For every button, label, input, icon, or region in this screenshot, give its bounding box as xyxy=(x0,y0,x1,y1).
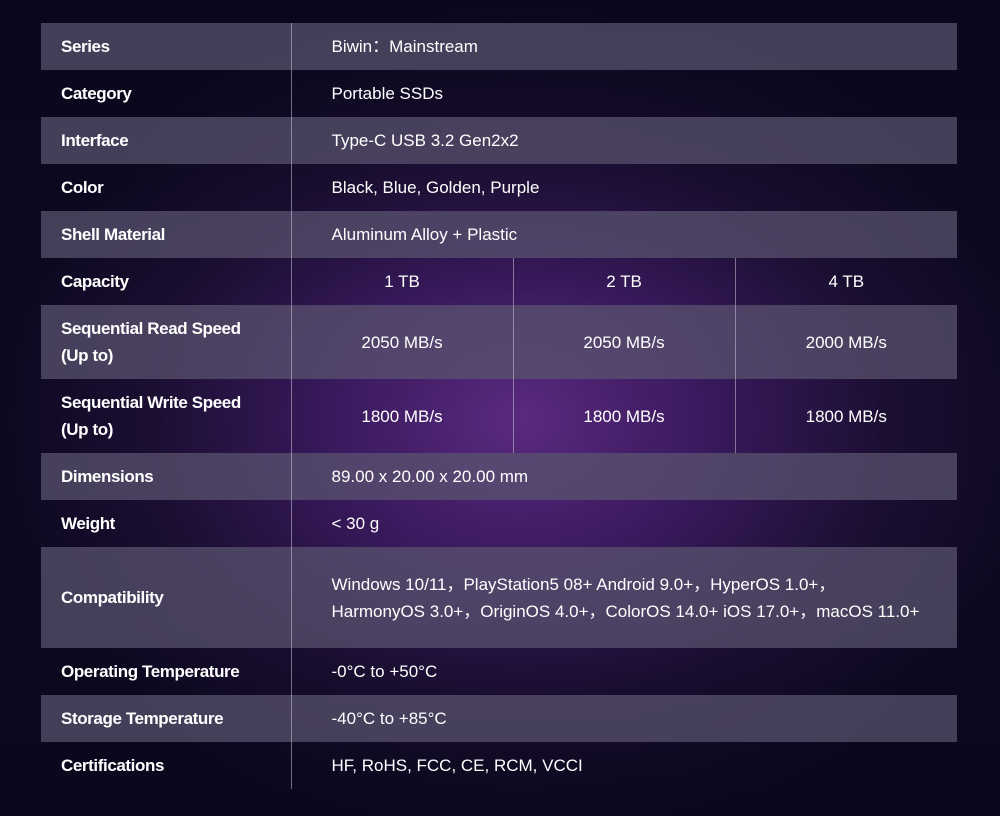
spec-row-compatibility: Compatibility Windows 10/11，PlayStation5… xyxy=(41,547,957,648)
spec-row-certifications: Certifications HF, RoHS, FCC, CE, RCM, V… xyxy=(41,742,957,789)
capacity-value: 2 TB xyxy=(513,258,736,305)
spec-label: Capacity xyxy=(41,258,292,305)
spec-row-category: Category Portable SSDs xyxy=(41,70,957,117)
spec-row-series: Series Biwin：Mainstream xyxy=(41,23,957,70)
spec-row-interface: Interface Type-C USB 3.2 Gen2x2 xyxy=(41,117,957,164)
spec-row-color: Color Black, Blue, Golden, Purple xyxy=(41,164,957,211)
write-speed-value: 1800 MB/s xyxy=(513,379,736,453)
spec-label: Certifications xyxy=(41,742,292,789)
spec-label: Shell Material xyxy=(41,211,292,258)
write-speed-value: 1800 MB/s xyxy=(291,379,514,453)
spec-table: Series Biwin：Mainstream Category Portabl… xyxy=(41,23,957,789)
spec-row-storage-temperature: Storage Temperature -40°C to +85°C xyxy=(41,695,957,742)
spec-value: Windows 10/11，PlayStation5 08+ Android 9… xyxy=(291,547,957,648)
read-speed-value: 2000 MB/s xyxy=(735,305,957,379)
spec-value: HF, RoHS, FCC, CE, RCM, VCCI xyxy=(331,756,583,775)
spec-value: Biwin：Mainstream xyxy=(291,23,957,70)
spec-value: Aluminum Alloy + Plastic xyxy=(291,211,957,258)
spec-value: -40°C to +85°C xyxy=(291,695,957,742)
read-speed-value: 2050 MB/s xyxy=(291,305,514,379)
spec-label-line: (Up to) xyxy=(61,346,113,365)
spec-value: < 30 g xyxy=(331,514,380,533)
spec-row-dimensions: Dimensions 89.00 x 20.00 x 20.00 mm xyxy=(41,453,957,500)
spec-label-line: Sequential Write Speed xyxy=(61,393,241,412)
spec-label: Sequential Write Speed (Up to) xyxy=(41,379,292,453)
spec-row-weight: Weight < 30 g xyxy=(41,500,957,547)
spec-row-operating-temperature: Operating Temperature -0°C to +50°C xyxy=(41,648,957,695)
spec-label: Interface xyxy=(41,117,292,164)
spec-label: Storage Temperature xyxy=(41,695,292,742)
spec-label: Series xyxy=(41,23,292,70)
capacity-value: 1 TB xyxy=(291,258,514,305)
spec-label: Operating Temperature xyxy=(41,648,292,695)
spec-label: Category xyxy=(41,70,292,117)
spec-label-line: Sequential Read Speed xyxy=(61,319,241,338)
spec-row-capacity: Capacity 1 TB 2 TB 4 TB xyxy=(41,258,957,305)
spec-row-read-speed: Sequential Read Speed (Up to) 2050 MB/s … xyxy=(41,305,957,379)
spec-value: 89.00 x 20.00 x 20.00 mm xyxy=(291,453,957,500)
write-speed-value: 1800 MB/s xyxy=(805,406,887,426)
spec-row-write-speed: Sequential Write Speed (Up to) 1800 MB/s… xyxy=(41,379,957,453)
spec-value: Portable SSDs xyxy=(331,84,444,103)
spec-label-line: (Up to) xyxy=(61,420,113,439)
spec-value: Black, Blue, Golden, Purple xyxy=(331,178,540,197)
spec-label: Dimensions xyxy=(41,453,292,500)
capacity-value: 4 TB xyxy=(828,272,865,291)
read-speed-value: 2050 MB/s xyxy=(513,305,736,379)
spec-label: Color xyxy=(41,164,292,211)
spec-row-shell-material: Shell Material Aluminum Alloy + Plastic xyxy=(41,211,957,258)
spec-value: Type-C USB 3.2 Gen2x2 xyxy=(291,117,957,164)
spec-label: Sequential Read Speed (Up to) xyxy=(41,305,292,379)
spec-label: Compatibility xyxy=(41,547,292,648)
spec-label: Weight xyxy=(41,500,292,547)
spec-value: -0°C to +50°C xyxy=(331,662,438,681)
